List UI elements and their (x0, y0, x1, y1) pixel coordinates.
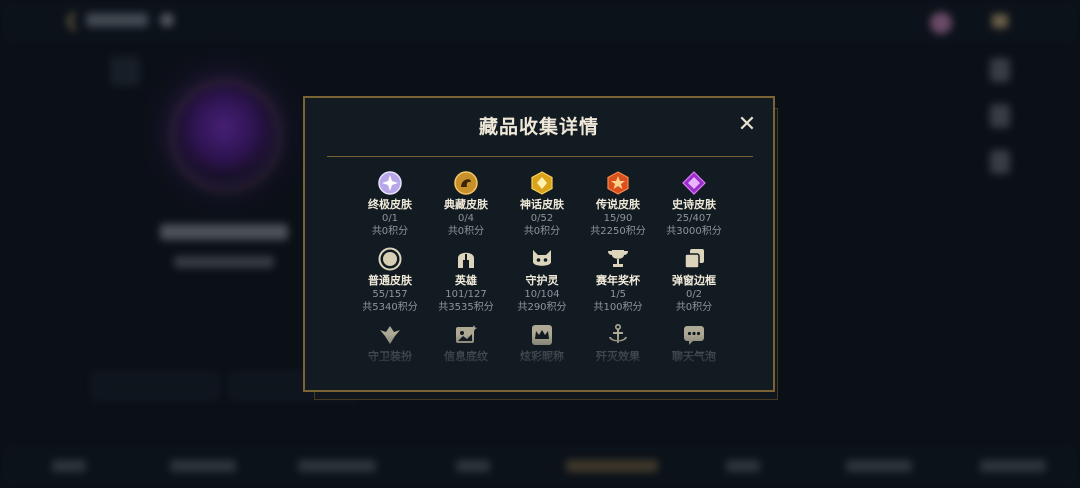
category-points: 共2250积分 (590, 226, 646, 237)
category-label: 聊天气泡 (672, 350, 716, 363)
right-icon-1[interactable] (990, 58, 1010, 82)
help-icon[interactable] (160, 13, 174, 27)
category-count: 0/2 (685, 289, 703, 300)
bottom-tab-1[interactable] (52, 460, 86, 472)
category-count: 0/1 (381, 213, 399, 224)
bottom-tab-4[interactable] (456, 460, 490, 472)
prestige-skin-icon (454, 171, 478, 195)
category-ultimate-skin[interactable]: 终极皮肤 0/1 共0积分 (351, 170, 429, 239)
title-divider (327, 156, 753, 157)
category-label: 守护灵 (525, 274, 559, 287)
ultimate-skin-icon (378, 171, 402, 195)
collection-details-modal: 藏品收集详情 ✕ 终极皮肤 0/1 共0积分 典藏皮肤 0/4 共0积分 神话皮… (303, 96, 775, 392)
standard-skin-icon (378, 247, 402, 271)
page-title-blurred (86, 13, 148, 27)
ward-skin-icon (380, 326, 400, 344)
player-name-blurred (160, 224, 288, 240)
companion-icon (533, 250, 551, 266)
category-label: 神话皮肤 (520, 198, 564, 211)
finisher-anchor-icon (609, 323, 627, 343)
bottom-tab-8[interactable] (980, 460, 1046, 472)
category-points: 共3535积分 (438, 302, 494, 313)
category-companion[interactable]: 守护灵 10/104 共290积分 (503, 246, 581, 315)
category-label: 普通皮肤 (368, 274, 412, 287)
background-button-left[interactable] (92, 372, 218, 400)
close-button[interactable]: ✕ (737, 114, 757, 136)
category-epic-skin[interactable]: 史诗皮肤 25/407 共3000积分 (655, 170, 733, 239)
category-label: 传说皮肤 (596, 198, 640, 211)
champion-helmet-icon (458, 252, 474, 268)
chat-bubble-icon (684, 326, 704, 345)
mythic-skin-icon (531, 171, 553, 195)
category-chat-bubble[interactable]: 聊天气泡 (655, 322, 733, 364)
bottom-tab-7[interactable] (846, 460, 912, 472)
back-arrow-icon[interactable]: ❮ (64, 12, 79, 30)
menu-icon[interactable] (992, 14, 1008, 28)
category-label: 歼灭效果 (596, 350, 640, 363)
category-label: 守卫装扮 (368, 350, 412, 363)
category-trophy[interactable]: 赛年奖杯 1/5 共100积分 (579, 246, 657, 315)
category-count: 1/5 (609, 289, 627, 300)
category-points: 共0积分 (675, 302, 713, 313)
category-points: 共0积分 (371, 226, 409, 237)
category-points: 共5340积分 (362, 302, 418, 313)
category-points: 共0积分 (447, 226, 485, 237)
category-count: 0/4 (457, 213, 475, 224)
right-icon-3[interactable] (990, 150, 1010, 174)
category-label: 弹窗边框 (672, 274, 716, 287)
category-prestige-skin[interactable]: 典藏皮肤 0/4 共0积分 (427, 170, 505, 239)
epic-skin-icon (682, 171, 706, 195)
category-legendary-skin[interactable]: 传说皮肤 15/90 共2250积分 (579, 170, 657, 239)
category-points: 共0积分 (523, 226, 561, 237)
banner-icon (456, 325, 478, 343)
legendary-skin-icon (607, 171, 629, 195)
player-subtitle-blurred (174, 256, 274, 268)
category-label: 信息底纹 (444, 350, 488, 363)
category-finisher[interactable]: 歼灭效果 (579, 322, 657, 364)
category-count: 0/52 (530, 213, 554, 224)
category-mythic-skin[interactable]: 神话皮肤 0/52 共0积分 (503, 170, 581, 239)
trophy-icon (608, 250, 628, 267)
category-count: 25/407 (676, 213, 712, 224)
right-icon-2[interactable] (990, 104, 1010, 128)
category-crown-name[interactable]: 炫彩昵称 (503, 322, 581, 364)
category-count: 15/90 (603, 213, 633, 224)
edit-icon[interactable] (110, 56, 140, 86)
category-banner[interactable]: 信息底纹 (427, 322, 505, 364)
category-count: 101/127 (445, 289, 487, 300)
category-ward-skin[interactable]: 守卫装扮 (351, 322, 429, 364)
category-label: 终极皮肤 (368, 198, 412, 211)
category-points: 共290积分 (517, 302, 567, 313)
category-label: 典藏皮肤 (444, 198, 488, 211)
crown-name-icon (532, 325, 552, 345)
bottom-tab-6[interactable] (726, 460, 760, 472)
category-frame[interactable]: 弹窗边框 0/2 共0积分 (655, 246, 733, 315)
category-champion[interactable]: 英雄 101/127 共3535积分 (427, 246, 505, 315)
category-count: 55/157 (372, 289, 408, 300)
category-standard-skin[interactable]: 普通皮肤 55/157 共5340积分 (351, 246, 429, 315)
category-label: 史诗皮肤 (672, 198, 716, 211)
category-points: 共3000积分 (666, 226, 722, 237)
bottom-tab-2[interactable] (170, 460, 236, 472)
bottom-tab-5[interactable] (566, 460, 658, 472)
bottom-tab-3[interactable] (298, 460, 376, 472)
frame-icon (684, 249, 704, 269)
profile-orb (178, 86, 270, 178)
category-label: 炫彩昵称 (520, 350, 564, 363)
category-label: 英雄 (455, 274, 477, 287)
category-label: 赛年奖杯 (596, 274, 640, 287)
category-points: 共100积分 (593, 302, 643, 313)
category-count: 10/104 (524, 289, 560, 300)
modal-title: 藏品收集详情 (478, 116, 599, 138)
avatar[interactable] (930, 12, 952, 34)
bottom-tab-bar (0, 444, 1080, 488)
